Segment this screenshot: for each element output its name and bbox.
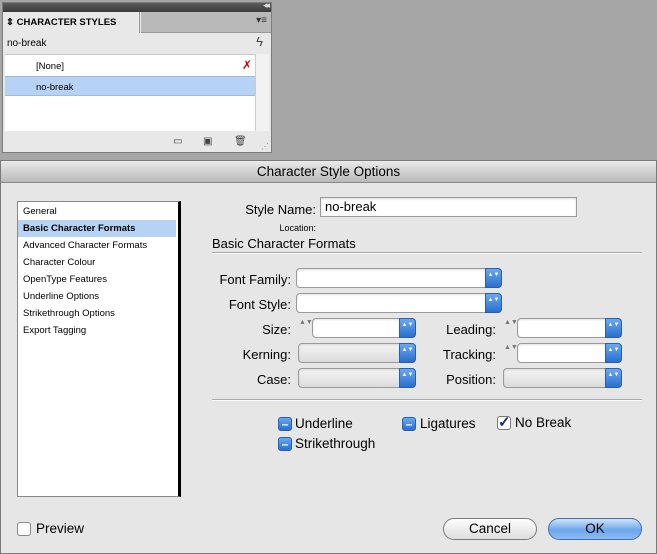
nav-item-underline-options[interactable]: Underline Options (18, 288, 176, 305)
list-item-label: no-break (36, 82, 74, 93)
nav-item-export-tagging[interactable]: Export Tagging (18, 322, 176, 339)
position-combo[interactable]: ▲▼ (503, 368, 622, 388)
font-style-dropdown-icon[interactable]: ▲▼ (485, 293, 502, 313)
no-break-label: No Break (515, 415, 572, 430)
kerning-label: Kerning: (242, 347, 291, 362)
collapse-panel-icon[interactable]: ◂◂ (263, 0, 270, 11)
nav-item-advanced-character-formats[interactable]: Advanced Character Formats (18, 237, 176, 254)
case-dropdown-icon[interactable]: ▲▼ (399, 368, 416, 388)
list-scrollbar[interactable] (255, 54, 269, 131)
character-style-options-dialog: Character Style Options General Basic Ch… (0, 160, 657, 554)
ligatures-checkbox[interactable]: – (402, 417, 416, 431)
kerning-dropdown-icon[interactable]: ▲▼ (399, 343, 416, 363)
current-style-label: no-break (7, 38, 47, 49)
font-family-label: Font Family: (219, 272, 291, 287)
style-name-input[interactable]: no-break (320, 197, 577, 217)
font-family-dropdown-icon[interactable]: ▲▼ (485, 268, 502, 288)
size-label: Size: (262, 322, 291, 337)
section-title: Basic Character Formats (212, 236, 356, 251)
character-styles-panel: ◂◂ ⇕ CHARACTER STYLES ▾≡ no-break ϟ [Non… (2, 0, 272, 153)
strikethrough-label: Strikethrough (295, 436, 376, 451)
tracking-label: Tracking: (443, 347, 496, 362)
dialog-title: Character Style Options (1, 161, 656, 183)
nav-item-general[interactable]: General (18, 203, 176, 220)
location-label: Location: (279, 223, 316, 233)
cancel-button[interactable]: Cancel (443, 518, 537, 540)
options-nav-list: General Basic Character Formats Advanced… (17, 201, 181, 497)
leading-label: Leading: (446, 322, 496, 337)
tracking-dropdown-icon[interactable]: ▲▼ (605, 343, 622, 363)
tab-bar-filler (141, 12, 271, 33)
font-style-label: Font Style: (228, 297, 291, 312)
nav-item-basic-character-formats[interactable]: Basic Character Formats (18, 220, 176, 237)
panel-drag-strip[interactable]: ◂◂ (3, 0, 271, 12)
leading-dropdown-icon[interactable]: ▲▼ (605, 318, 622, 338)
position-label: Position: (446, 372, 496, 387)
nav-item-strikethrough-options[interactable]: Strikethrough Options (18, 305, 176, 322)
quick-apply-icon[interactable]: ϟ (256, 34, 263, 49)
size-combo[interactable]: ▲▼ (312, 318, 416, 338)
new-style-group-icon[interactable]: ▭ (173, 137, 185, 147)
nav-item-opentype-features[interactable]: OpenType Features (18, 271, 176, 288)
list-item-none[interactable]: [None] ✗ (5, 56, 255, 76)
list-item-label: [None] (36, 61, 64, 72)
style-name-label: Style Name: (245, 202, 316, 217)
kerning-combo[interactable]: ▲▼ (298, 343, 416, 363)
tab-character-styles[interactable]: ⇕ CHARACTER STYLES (3, 12, 140, 33)
tab-label: CHARACTER STYLES (16, 17, 117, 28)
nav-item-character-colour[interactable]: Character Colour (18, 254, 176, 271)
strikethrough-checkbox[interactable]: – (278, 437, 292, 451)
leading-combo[interactable]: ▲▼ (517, 318, 622, 338)
ok-button[interactable]: OK (548, 518, 642, 540)
size-stepper-icon[interactable]: ▲▼ (299, 318, 313, 338)
underline-label: Underline (295, 416, 353, 431)
panel-menu-icon[interactable]: ▾≡ (256, 15, 267, 26)
case-combo[interactable]: ▲▼ (298, 368, 416, 388)
list-item-no-break[interactable]: no-break (5, 76, 255, 96)
font-style-combo[interactable]: ▲▼ (296, 293, 502, 313)
ligatures-label: Ligatures (420, 416, 476, 431)
preview-checkbox[interactable] (17, 522, 31, 536)
trash-icon[interactable]: 🗑 (234, 137, 247, 147)
tracking-stepper-icon[interactable]: ▲▼ (504, 343, 518, 363)
no-edit-icon: ✗ (241, 58, 252, 72)
tracking-combo[interactable]: ▲▼ (517, 343, 622, 363)
case-label: Case: (257, 372, 291, 387)
font-family-combo[interactable]: ▲▼ (296, 268, 502, 288)
preview-label: Preview (36, 521, 85, 536)
new-style-icon[interactable]: ▣ (203, 137, 215, 147)
underline-checkbox[interactable]: – (278, 417, 292, 431)
styles-list: [None] ✗ no-break (5, 54, 255, 131)
section-divider (212, 252, 642, 254)
leading-stepper-icon[interactable]: ▲▼ (504, 318, 518, 338)
no-break-checkbox[interactable]: ✓ (497, 415, 511, 430)
position-dropdown-icon[interactable]: ▲▼ (605, 368, 622, 388)
size-dropdown-icon[interactable]: ▲▼ (399, 318, 416, 338)
resize-grip-icon[interactable]: ⋰ (261, 142, 269, 151)
tab-arrows-icon: ⇕ (6, 17, 14, 28)
options-divider (212, 399, 642, 401)
